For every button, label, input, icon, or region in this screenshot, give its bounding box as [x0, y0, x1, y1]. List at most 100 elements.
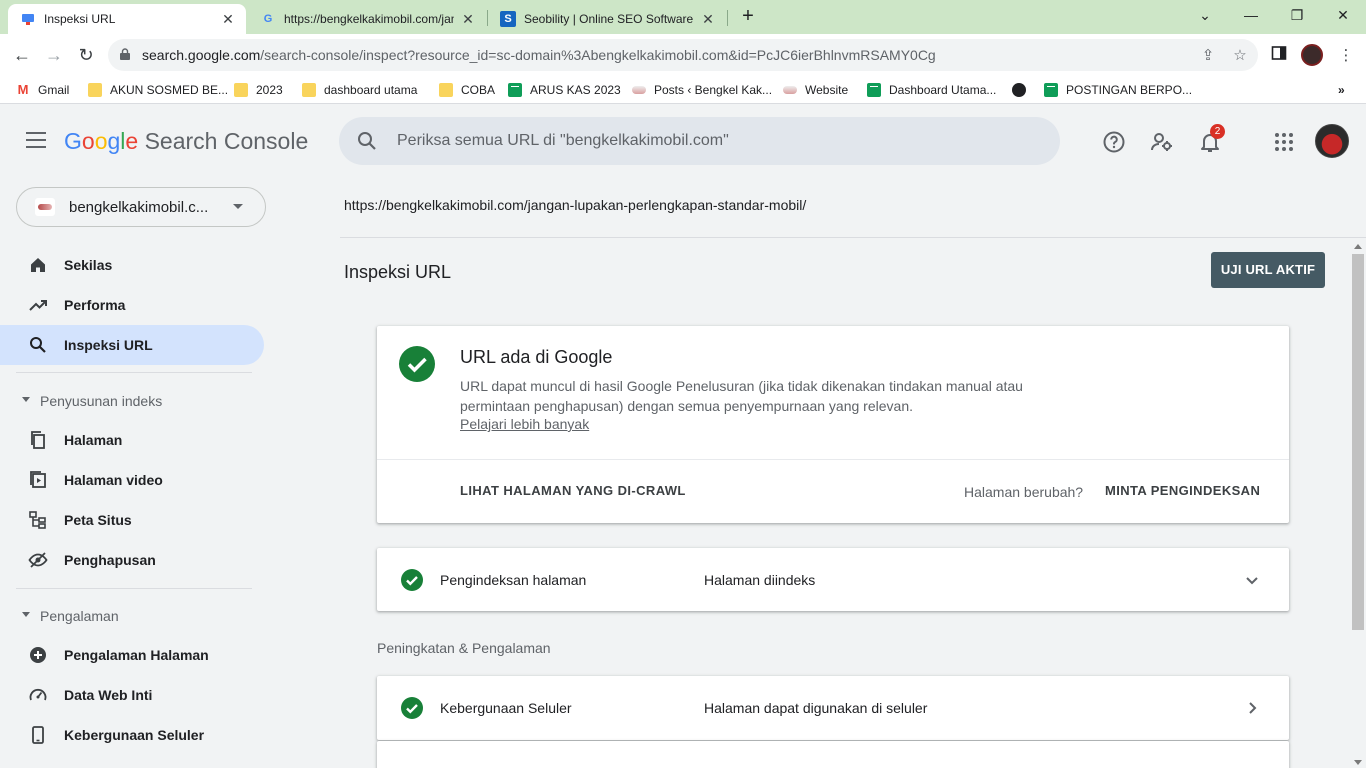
restore-icon[interactable]: ❐ [1274, 0, 1320, 30]
main-scrollbar[interactable] [1352, 244, 1366, 768]
bookmark-item[interactable]: COBA [439, 81, 495, 99]
sidebar-item-label: Halaman video [64, 472, 163, 488]
sidebar-section-title: Penyusunan indeks [40, 393, 163, 409]
gauge-icon [29, 688, 47, 701]
close-tab-icon[interactable]: ✕ [700, 11, 716, 28]
chevron-down-icon[interactable] [1244, 572, 1260, 588]
sidebar-item-inspeksi-url[interactable]: Inspeksi URL [0, 325, 264, 365]
sidebar-item-kebergunaan-seluler[interactable]: Kebergunaan Seluler [0, 715, 264, 755]
sidebar-item-penghapusan[interactable]: Penghapusan [0, 540, 264, 580]
bookmark-item[interactable]: Dashboard Utama... [867, 81, 996, 99]
tab-bengkelkakimobil[interactable]: G https://bengkelkakimobil.com/jan ✕ [248, 4, 486, 34]
sheets-icon [867, 83, 881, 97]
view-crawled-page-button[interactable]: LIHAT HALAMAN YANG DI-CRAWL [460, 483, 686, 498]
request-indexing-button[interactable]: MINTA PENGINDEKSAN [1105, 483, 1260, 498]
learn-more-link[interactable]: Pelajari lebih banyak [460, 416, 589, 432]
bookmark-item[interactable]: 2023 [234, 81, 283, 99]
check-circle-icon [399, 346, 435, 382]
help-icon[interactable] [1102, 130, 1126, 154]
sidebar-item-label: Penghapusan [64, 552, 156, 568]
mobile-usability-row[interactable]: Kebergunaan Seluler Halaman dapat diguna… [377, 676, 1289, 740]
page-indexing-row[interactable]: Pengindeksan halaman Halaman diindeks [377, 548, 1289, 611]
tab-seobility[interactable]: S Seobility | Online SEO Software & ✕ [488, 4, 726, 34]
bookmark-item[interactable] [1012, 81, 1034, 99]
notification-badge: 2 [1210, 124, 1225, 139]
bookmark-item[interactable]: ARUS KAS 2023 [508, 81, 621, 99]
browser-tab-strip: Inspeksi URL ✕ G https://bengkelkakimobi… [0, 0, 1366, 34]
bookmark-label: AKUN SOSMED BE... [110, 83, 229, 97]
bookmark-item[interactable]: POSTINGAN BERPO... [1044, 81, 1192, 99]
more-bookmarks-icon[interactable]: » [1338, 81, 1345, 99]
side-panel-icon[interactable] [1269, 45, 1289, 65]
folder-icon [88, 83, 102, 97]
reload-icon[interactable]: ↻ [73, 42, 99, 68]
property-selector[interactable]: bengkelkakimobil.c... [16, 187, 266, 227]
logo-product-name: Search Console [144, 128, 309, 154]
bookmark-item[interactable]: M Gmail [16, 81, 70, 99]
car-icon [632, 86, 646, 94]
sidebar-divider [16, 372, 252, 373]
bookmark-item[interactable]: dashboard utama [302, 81, 417, 99]
scroll-down-arrow-icon[interactable] [1354, 760, 1362, 765]
sidebar-item-label: Performa [64, 297, 126, 313]
close-tab-icon[interactable]: ✕ [220, 11, 236, 28]
sidebar-item-peta-situs[interactable]: Peta Situs [0, 500, 264, 540]
sidebar-section-pengalaman[interactable]: Pengalaman [0, 600, 264, 630]
close-window-icon[interactable]: ✕ [1320, 0, 1366, 30]
property-favicon-icon [35, 198, 55, 216]
scroll-up-arrow-icon[interactable] [1354, 244, 1362, 249]
bookmark-item[interactable]: AKUN SOSMED BE... [88, 81, 228, 99]
bookmark-label: Dashboard Utama... [889, 83, 997, 97]
trending-icon [29, 300, 47, 311]
app-header: Google Search Console 2 [0, 108, 1366, 176]
users-settings-icon[interactable] [1150, 130, 1174, 154]
url-inspect-search[interactable] [339, 117, 1060, 165]
address-bar[interactable]: search.google.com/search-console/inspect… [108, 39, 1258, 71]
folder-icon [302, 83, 316, 97]
card-divider [377, 459, 1289, 460]
minimize-icon[interactable]: — [1228, 0, 1274, 30]
forward-icon[interactable]: → [41, 42, 67, 68]
bookmark-label: Website [805, 83, 849, 97]
collapse-triangle-icon [22, 397, 30, 402]
close-tab-icon[interactable]: ✕ [460, 11, 476, 28]
sidebar-item-halaman[interactable]: Halaman [0, 420, 264, 460]
sidebar-item-sekilas[interactable]: Sekilas [0, 245, 264, 285]
tab-inspeksi-url[interactable]: Inspeksi URL ✕ [8, 4, 246, 34]
apps-grid-icon[interactable] [1272, 130, 1296, 154]
lock-icon [120, 48, 130, 60]
account-avatar[interactable] [1315, 124, 1349, 158]
browser-menu-icon[interactable]: ⋮ [1336, 46, 1356, 66]
sidebar-item-label: Pengalaman Halaman [64, 647, 209, 663]
page-title: Inspeksi URL [344, 262, 452, 282]
inspected-url: https://bengkelkakimobil.com/jangan-lupa… [344, 197, 807, 213]
removal-icon [28, 552, 48, 568]
sidebar-item-data-web-inti[interactable]: Data Web Inti [0, 675, 264, 715]
browser-profile-avatar[interactable] [1301, 44, 1323, 66]
bookmark-item[interactable]: Website [783, 81, 848, 99]
next-enhancement-row[interactable] [377, 741, 1289, 768]
logo-letter: o [81, 128, 95, 154]
sidebar-item-halaman-video[interactable]: Halaman video [0, 460, 264, 500]
sidebar-item-pengalaman-halaman[interactable]: Pengalaman Halaman [0, 635, 264, 675]
tab-search-icon[interactable]: ⌄ [1182, 0, 1228, 30]
scrollbar-thumb[interactable] [1352, 254, 1364, 630]
sidebar-item-performa[interactable]: Performa [0, 285, 264, 325]
row-label: Pengindeksan halaman [440, 572, 587, 588]
search-console-logo[interactable]: Google Search Console [64, 128, 308, 155]
sidebar-section-title: Pengalaman [40, 608, 119, 624]
share-icon[interactable]: ⇪ [1199, 47, 1217, 65]
sidebar-section-penyusunan-indeks[interactable]: Penyusunan indeks [0, 385, 264, 415]
bookmarks-bar: M Gmail AKUN SOSMED BE... 2023 dashboard uta… [0, 76, 1366, 104]
back-icon[interactable]: ← [9, 42, 35, 68]
sidebar-item-label: Halaman [64, 432, 123, 448]
home-icon [31, 258, 45, 272]
new-tab-icon[interactable]: + [738, 6, 758, 28]
bookmark-star-icon[interactable]: ☆ [1231, 47, 1249, 65]
bookmark-item[interactable]: Posts ‹ Bengkel Kak... [632, 81, 772, 99]
folder-icon [234, 83, 248, 97]
test-live-url-button[interactable]: UJI URL AKTIF [1211, 252, 1325, 288]
search-input[interactable] [397, 129, 1037, 153]
chevron-right-icon[interactable] [1244, 700, 1260, 716]
hamburger-menu-icon[interactable] [26, 132, 46, 148]
